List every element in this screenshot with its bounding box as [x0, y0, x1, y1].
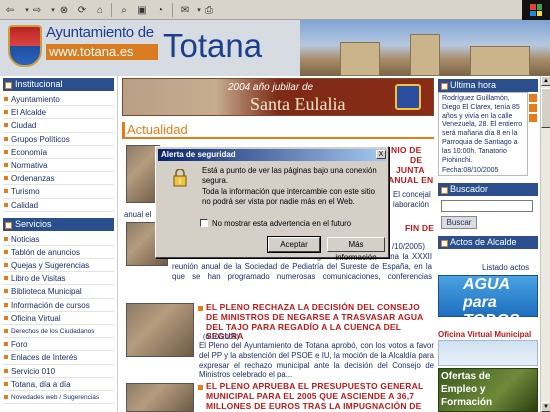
stop-icon[interactable]: ⊗	[57, 3, 71, 17]
sidebar-item-libro-visitas[interactable]: Libro de Visitas	[3, 272, 114, 286]
ultima-hora-header: Ultima hora	[438, 79, 538, 92]
listado-actos-link[interactable]: Listado actos	[482, 263, 529, 272]
windows-logo-icon	[522, 0, 550, 20]
sidebar-item-dia-a-dia[interactable]: Totana, día a día	[3, 378, 114, 391]
favorites-icon[interactable]: ▣	[135, 3, 149, 17]
ultima-hora-date: Fecha:08/10/2005	[442, 167, 499, 174]
news-title[interactable]: EL PLENO APRUEBA EL PRESUPUESTO GENERAL …	[206, 382, 432, 412]
empleo-banner-line1: Ofertas de	[441, 371, 491, 382]
agua-banner-line2: para TODOS	[463, 294, 520, 329]
lock-warning-icon: i	[173, 169, 187, 187]
dialog-message-2: Toda la información que intercambie con …	[202, 187, 375, 206]
building	[470, 46, 530, 76]
news-body-fragment: laboración	[393, 200, 429, 209]
site-name-line2: Totana	[163, 27, 263, 64]
sidebar-item-normativa[interactable]: Normativa	[3, 159, 114, 173]
site-name-line1: Ayuntamiento de	[46, 24, 154, 41]
news-thumbnail[interactable]	[126, 383, 194, 412]
sidebar-header-servicios: Servicios	[3, 217, 114, 231]
scroll-down-arrow-icon[interactable]: ▼	[541, 402, 550, 412]
actos-alcalde-header: Actos de Alcalde	[438, 236, 538, 249]
ultima-hora-text: Rodríguez Guillamón, Diego El Clarex, te…	[442, 95, 523, 164]
news-bullet	[198, 306, 203, 311]
close-icon[interactable]: X	[376, 150, 386, 159]
print-icon[interactable]: ⎙	[202, 3, 216, 17]
sidebar-item-calidad[interactable]: Calidad	[3, 199, 114, 212]
section-title: Actualidad	[127, 122, 188, 137]
mail-icon[interactable]: ✉	[178, 3, 192, 17]
news-body-fragment: El concejal	[393, 190, 431, 199]
refresh-icon[interactable]: ⟳	[75, 3, 89, 17]
more-info-button[interactable]: Más información	[327, 237, 385, 262]
scroll-pause-icon[interactable]	[529, 104, 537, 112]
browser-toolbar: ⇦ ▾ ⇨ ▾ ⊗ ⟳ ⌂ ⌕ ▣ ◔ ✉ ▾ ⎙	[0, 0, 550, 20]
scroll-up-icon[interactable]	[529, 94, 537, 102]
search-button[interactable]: Buscar	[441, 216, 477, 229]
back-arrow-icon[interactable]: ⇦	[3, 3, 17, 17]
empleo-banner-line3: Formación	[441, 397, 493, 408]
sidebar-item-quejas[interactable]: Quejas y Sugerencias	[3, 259, 114, 273]
toolbar-separator	[111, 3, 112, 17]
sidebar-item-derechos[interactable]: Derechos de los Ciudadanos	[3, 325, 114, 339]
sidebar-item-noticias[interactable]: Noticias	[3, 233, 114, 246]
scrollbar-thumb[interactable]	[541, 88, 550, 128]
sidebar-item-novedades[interactable]: Novedades web / Sugerencias	[3, 391, 114, 405]
svg-text:i: i	[179, 177, 181, 186]
news-date: /10/2005)	[392, 242, 425, 251]
section-accent	[122, 122, 125, 139]
building	[410, 34, 440, 76]
accept-button[interactable]: Aceptar	[267, 236, 321, 253]
sidebar-item-ordenanzas[interactable]: Ordenanzas	[3, 172, 114, 186]
sidebar-item-cursos[interactable]: Información de cursos	[3, 299, 114, 312]
sidebar-item-foro[interactable]: Foro	[3, 338, 114, 352]
sidebar-item-tablon[interactable]: Tablón de anuncios	[3, 246, 114, 260]
ultima-hora-scroll-controls[interactable]	[528, 92, 538, 176]
building	[340, 42, 380, 76]
sidebar-item-010[interactable]: Servicio 010	[3, 365, 114, 378]
news-title-fragment[interactable]: FIN DE	[405, 223, 434, 234]
dont-show-checkbox[interactable]	[200, 219, 208, 227]
sidebar-header-institucional: Institucional	[3, 78, 114, 91]
sidebar-item-economia[interactable]: Economía	[3, 146, 114, 159]
sidebar-item-grupos[interactable]: Grupos Políticos	[3, 133, 114, 146]
dialog-title: Alerta de seguridad	[158, 149, 386, 161]
town-photo	[300, 20, 550, 76]
oficina-virtual-banner[interactable]	[438, 340, 538, 366]
news-bullet	[198, 385, 203, 390]
section-header-actualidad: Actualidad	[122, 122, 434, 139]
news-body: El Pleno del Ayuntamiento de Totana apro…	[199, 341, 434, 380]
sidebar-item-turismo[interactable]: Turismo	[3, 185, 114, 199]
sidebar-item-alcalde[interactable]: El Alcalde	[3, 106, 114, 120]
sidebar-item-ciudad[interactable]: Ciudad	[3, 119, 114, 133]
sidebar-item-ayuntamiento[interactable]: Ayuntamiento	[3, 93, 114, 107]
agua-banner-line1: AGUA	[463, 276, 511, 293]
sidebar-item-biblioteca[interactable]: Biblioteca Municipal	[3, 285, 114, 299]
news-title-fragment[interactable]: ANUAL EN	[388, 175, 433, 186]
search-input[interactable]	[441, 200, 533, 212]
forward-arrow-icon[interactable]: ⇨	[30, 3, 44, 17]
home-icon[interactable]: ⌂	[93, 3, 107, 17]
empleo-banner-line2: Empleo y	[441, 384, 486, 395]
oficina-virtual-link[interactable]: Oficina Virtual Municipal	[438, 330, 531, 339]
history-icon[interactable]: ◔	[153, 3, 167, 17]
dont-show-label[interactable]: No mostrar esta advertencia en el futuro	[212, 219, 351, 229]
scroll-down-icon[interactable]	[529, 114, 537, 122]
left-sidebar: Institucional Ayuntamiento El Alcalde Ci…	[0, 76, 118, 412]
jubilee-logo-icon	[395, 84, 421, 110]
coat-of-arms-icon	[8, 25, 42, 67]
page-scrollbar[interactable]: ▲ ▼	[540, 76, 550, 412]
scroll-up-arrow-icon[interactable]: ▲	[541, 76, 550, 86]
jubilee-banner-line1: 2004 año jubilar de	[228, 82, 314, 93]
ultima-hora-box: Rodríguez Guillamón, Diego El Clarex, te…	[438, 92, 528, 176]
site-url[interactable]: www.totana.es	[46, 44, 158, 60]
jubilee-banner-line2: Santa Eulalia	[250, 94, 346, 114]
toolbar-separator	[172, 3, 173, 17]
dialog-message-1: Está a punto de ver las páginas bajo una…	[202, 166, 377, 185]
search-icon[interactable]: ⌕	[117, 3, 131, 17]
sidebar-item-enlaces[interactable]: Enlaces de Interés	[3, 351, 114, 365]
news-body-fragment: anual el	[124, 210, 152, 219]
sidebar-item-oficina-virtual[interactable]: Oficina Virtual	[3, 312, 114, 325]
buscador-header: Buscador	[438, 183, 538, 196]
